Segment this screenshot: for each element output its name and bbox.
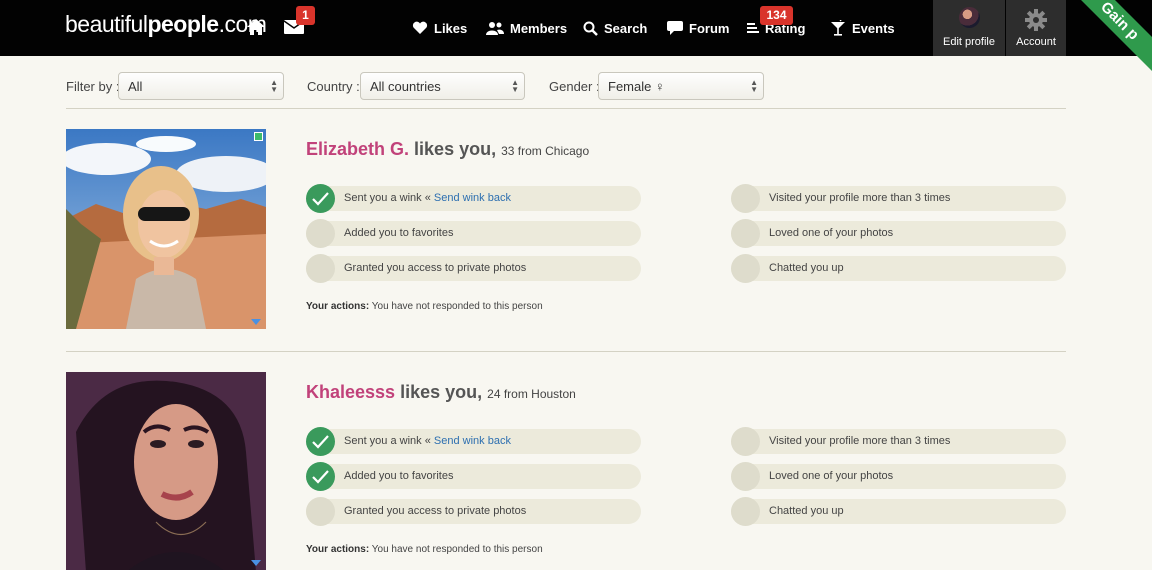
gender-select[interactable]: Female ♀ ▲ ▼ — [598, 72, 764, 100]
rating-list-icon — [747, 23, 759, 33]
send-wink-back-link[interactable]: Send wink back — [434, 192, 511, 204]
profile-age-location: 33 from Chicago — [501, 144, 590, 158]
activity-visited-profile[interactable]: Visited your profile more than 3 times — [731, 427, 1066, 456]
activity-private-photos[interactable]: Granted you access to private photos — [306, 254, 641, 283]
select-arrows-icon: ▲ ▼ — [511, 78, 519, 94]
filter-by-label: Filter by : — [66, 79, 120, 94]
unchecked-circle-icon — [306, 497, 335, 526]
your-actions: Your actions: You have not responded to … — [306, 544, 543, 555]
unchecked-circle-icon — [731, 427, 760, 456]
edit-profile-button[interactable]: Edit profile — [933, 0, 1005, 56]
heart-icon — [412, 21, 428, 34]
activity-wink[interactable]: Sent you a wink « Send wink back — [306, 427, 641, 456]
photo-dropdown-arrow-icon[interactable] — [251, 319, 261, 325]
check-icon — [306, 462, 335, 491]
country-select[interactable]: All countries ▲ ▼ — [360, 72, 525, 100]
mail-count-badge: 1 — [296, 6, 315, 25]
nav-forum[interactable]: Forum — [667, 0, 729, 56]
check-icon — [306, 427, 335, 456]
profile-card: Elizabeth G. likes you, 33 from Chicago … — [66, 129, 1066, 344]
gender-label: Gender : — [549, 79, 600, 94]
activity-private-photos[interactable]: Granted you access to private photos — [306, 497, 641, 526]
search-icon — [583, 21, 598, 36]
profile-age-location: 24 from Houston — [487, 387, 576, 401]
activity-visited-profile[interactable]: Visited your profile more than 3 times — [731, 184, 1066, 213]
photo-verified-check — [254, 132, 263, 141]
send-wink-back-link[interactable]: Send wink back — [434, 435, 511, 447]
divider — [66, 351, 1066, 352]
unchecked-circle-icon — [731, 219, 760, 248]
unchecked-circle-icon — [731, 462, 760, 491]
nav-search[interactable]: Search — [583, 0, 647, 56]
photo-dropdown-arrow-icon[interactable] — [251, 560, 261, 566]
select-arrows-icon: ▲ ▼ — [270, 78, 278, 94]
profile-photo[interactable] — [66, 372, 266, 570]
unchecked-circle-icon — [731, 184, 760, 213]
activity-wink[interactable]: Sent you a wink « Send wink back — [306, 184, 641, 213]
profile-name-link[interactable]: Khaleesss — [306, 382, 395, 402]
activity-chatted[interactable]: Chatted you up — [731, 497, 1066, 526]
activity-chatted[interactable]: Chatted you up — [731, 254, 1066, 283]
top-navigation-bar: beautifulpeople.com 1 Likes Members Sear… — [0, 0, 1152, 84]
activity-favorites[interactable]: Added you to favorites — [306, 219, 641, 248]
profile-photo-image — [66, 129, 266, 329]
divider — [66, 108, 1066, 109]
profile-photo[interactable] — [66, 129, 266, 329]
nav-members[interactable]: Members — [486, 0, 567, 56]
rating-count-badge: 134 — [760, 6, 793, 25]
account-button[interactable]: Account — [1006, 0, 1066, 56]
account-label: Account — [1016, 36, 1056, 48]
check-icon — [306, 184, 335, 213]
unchecked-circle-icon — [306, 254, 335, 283]
chat-bubble-icon — [667, 21, 683, 35]
unchecked-circle-icon — [731, 254, 760, 283]
activity-favorites[interactable]: Added you to favorites — [306, 462, 641, 491]
profile-headline: Khaleesss likes you, 24 from Houston — [306, 382, 576, 402]
activity-loved-photo[interactable]: Loved one of your photos — [731, 462, 1066, 491]
home-icon[interactable] — [246, 17, 266, 37]
nav-events[interactable]: Events — [830, 0, 895, 56]
your-actions: Your actions: You have not responded to … — [306, 301, 543, 312]
activity-loved-photo[interactable]: Loved one of your photos — [731, 219, 1066, 248]
gain-promo-ribbon[interactable]: Gain p — [1066, 0, 1152, 84]
gear-icon — [1025, 9, 1047, 31]
filter-by-select[interactable]: All ▲ ▼ — [118, 72, 284, 100]
select-arrows-icon: ▲ ▼ — [750, 78, 758, 94]
profile-photo-image — [66, 372, 266, 570]
nav-likes[interactable]: Likes — [412, 0, 467, 56]
profile-card: Khaleesss likes you, 24 from Houston Sen… — [66, 372, 1066, 570]
members-icon — [486, 22, 504, 35]
profile-name-link[interactable]: Elizabeth G. — [306, 139, 409, 159]
user-avatar — [959, 7, 980, 28]
edit-profile-label: Edit profile — [943, 36, 995, 48]
filter-bar: Filter by : All ▲ ▼ Country : All countri… — [66, 72, 1066, 100]
unchecked-circle-icon — [306, 219, 335, 248]
country-label: Country : — [307, 79, 360, 94]
cocktail-icon — [831, 20, 845, 36]
unchecked-circle-icon — [731, 497, 760, 526]
site-logo[interactable]: beautifulpeople.com — [65, 11, 267, 38]
profile-headline: Elizabeth G. likes you, 33 from Chicago — [306, 139, 590, 159]
